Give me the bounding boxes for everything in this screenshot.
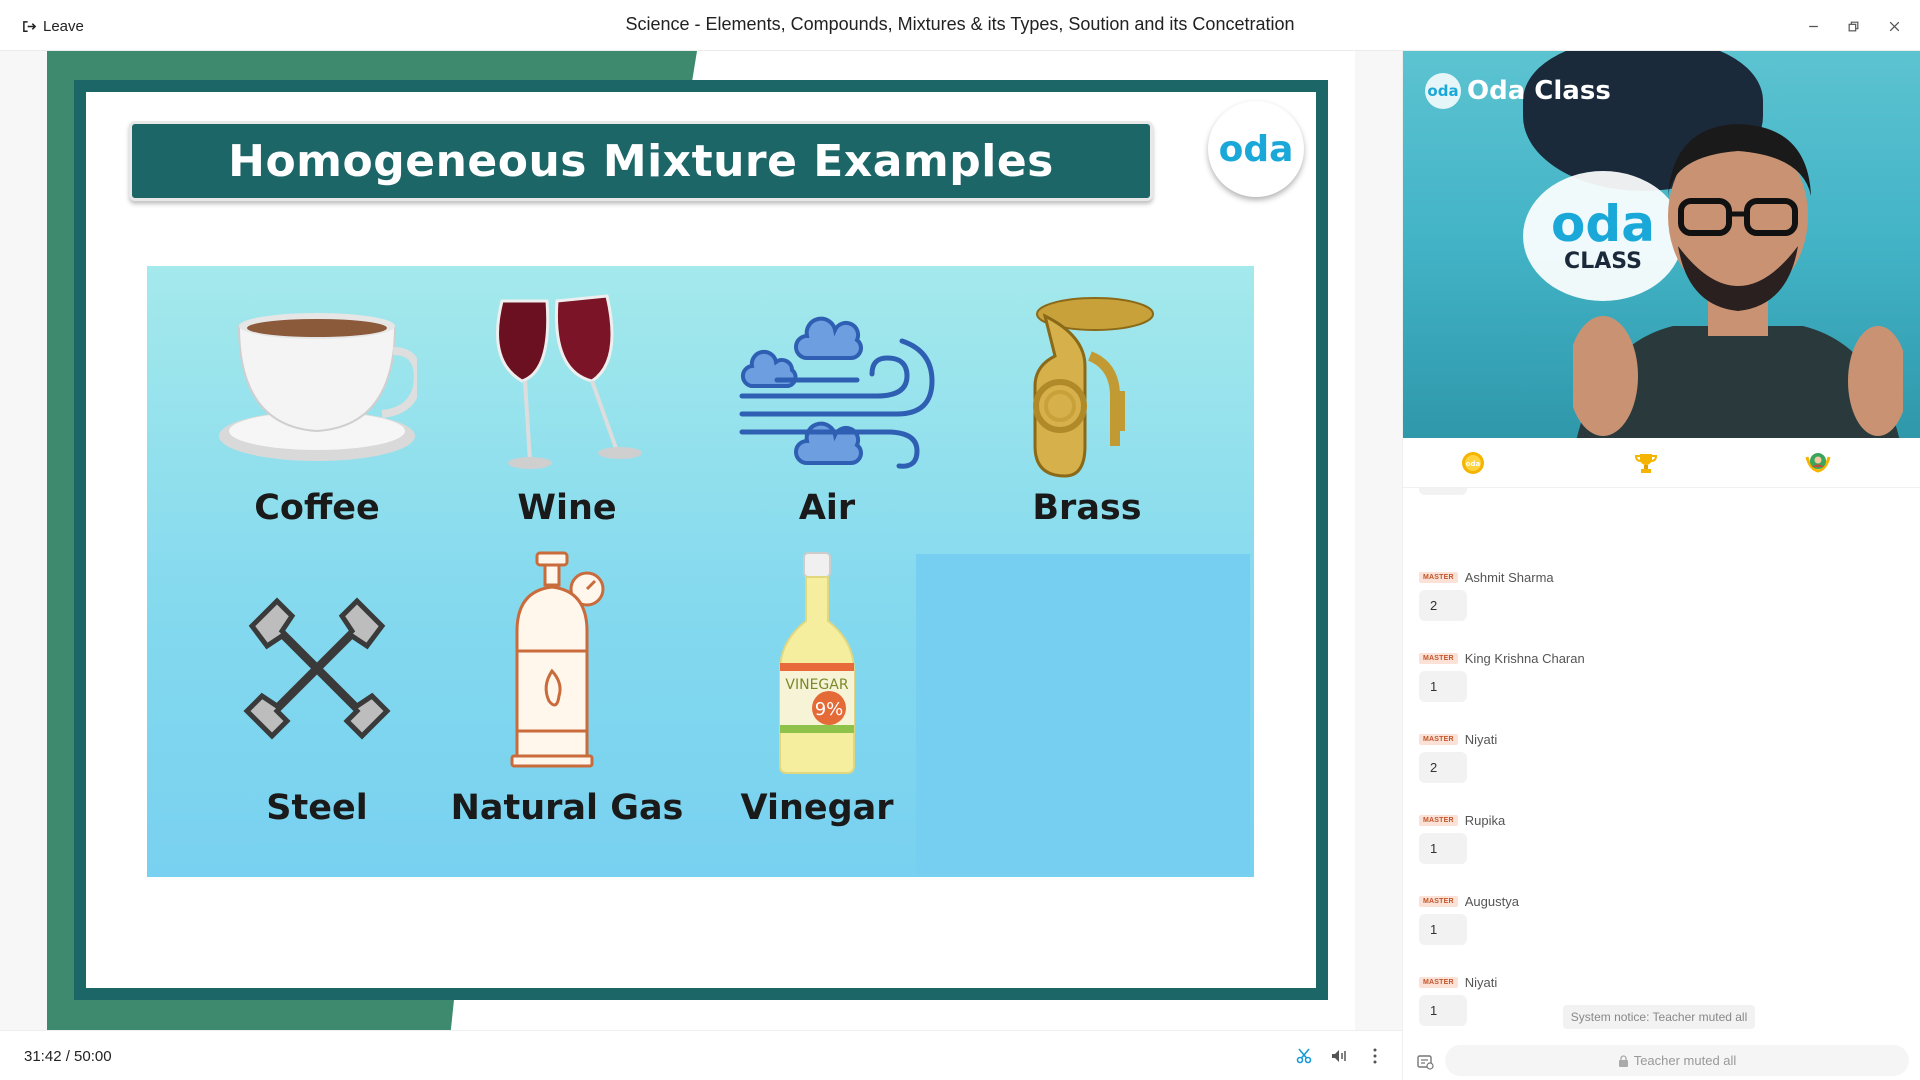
answer-entry: MASTER King Krishna Charan 1 bbox=[1419, 651, 1899, 723]
speaker-icon bbox=[1332, 1050, 1346, 1062]
master-badge: MASTER bbox=[1419, 815, 1458, 826]
tab-leaderboard[interactable] bbox=[1631, 448, 1661, 478]
oda-coin-icon: oda bbox=[1462, 452, 1484, 474]
master-badge: MASTER bbox=[1419, 653, 1458, 664]
item-label-air: Air bbox=[798, 488, 856, 528]
title-bar: Leave Science - Elements, Compounds, Mix… bbox=[0, 0, 1920, 51]
vinegar-bottle-icon: VINEGAR 9% bbox=[779, 552, 855, 774]
presenter-figure bbox=[1573, 124, 1903, 438]
student-name: Niyati bbox=[1464, 975, 1498, 990]
lock-icon bbox=[1618, 1054, 1628, 1067]
master-badge: MASTER bbox=[1419, 734, 1458, 745]
chat-input-placeholder: Teacher muted all bbox=[1633, 1053, 1737, 1068]
student-name: King Krishna Charan bbox=[1464, 651, 1585, 666]
previous-answer-stub bbox=[1419, 488, 1467, 495]
presentation-stage: Homogeneous Mixture Examples oda Coffee bbox=[0, 51, 1402, 1030]
chat-bar: Teacher muted all bbox=[1403, 1040, 1920, 1080]
class-timer: 31:42 / 50:00 bbox=[24, 1048, 112, 1065]
wind-clouds-icon bbox=[739, 316, 935, 469]
answer-value: 1 bbox=[1419, 833, 1467, 864]
restore-button[interactable] bbox=[1840, 13, 1866, 39]
master-badge: MASTER bbox=[1419, 896, 1458, 907]
master-badge: MASTER bbox=[1419, 572, 1458, 583]
slide-title: Homogeneous Mixture Examples bbox=[228, 135, 1054, 187]
panel-blank-area bbox=[916, 554, 1250, 874]
right-sidebar: oda Oda Class oda CLASS oda MASTER Ashmi… bbox=[1402, 51, 1920, 1080]
video-brand-circle: oda bbox=[1425, 73, 1461, 109]
item-label-vinegar: Vinegar bbox=[740, 788, 894, 828]
volume-button[interactable] bbox=[1328, 1045, 1350, 1067]
scissors-button[interactable] bbox=[1293, 1045, 1315, 1067]
teacher-video: oda Oda Class oda CLASS bbox=[1403, 51, 1920, 438]
tab-achievements[interactable] bbox=[1803, 448, 1833, 478]
bottom-bar: 31:42 / 50:00 bbox=[0, 1030, 1402, 1080]
chat-settings-icon bbox=[1417, 1055, 1434, 1070]
tuba-icon bbox=[1033, 297, 1154, 478]
item-label-coffee: Coffee bbox=[254, 488, 380, 528]
crossed-wrenches-icon bbox=[243, 597, 391, 740]
answers-list: MASTER Ashmit Sharma 2 MASTER King Krishna… bbox=[1403, 488, 1920, 1028]
student-name: Ashmit Sharma bbox=[1464, 570, 1554, 585]
svg-text:oda: oda bbox=[1466, 460, 1481, 468]
close-button[interactable] bbox=[1881, 13, 1907, 39]
coffee-cup-icon bbox=[219, 313, 417, 461]
wine-glasses-icon bbox=[496, 294, 642, 469]
more-options-button[interactable] bbox=[1364, 1045, 1386, 1067]
oda-logo: oda bbox=[1208, 101, 1304, 197]
student-name: Niyati bbox=[1464, 732, 1498, 747]
student-name: Rupika bbox=[1464, 813, 1506, 828]
award-badge-icon bbox=[1805, 453, 1831, 473]
answer-entry: MASTER Rupika 1 bbox=[1419, 813, 1899, 885]
student-name: Augustya bbox=[1464, 894, 1519, 909]
answer-value: 2 bbox=[1419, 752, 1467, 783]
more-vertical-icon bbox=[1373, 1048, 1377, 1064]
answer-value: 2 bbox=[1419, 590, 1467, 621]
system-notice: System notice: Teacher muted all bbox=[1563, 1005, 1755, 1029]
examples-panel: Coffee Wine Air Brass Steel Natural Gas … bbox=[147, 266, 1254, 877]
item-label-brass: Brass bbox=[1032, 488, 1142, 528]
item-label-wine: Wine bbox=[517, 488, 617, 528]
chat-settings-button[interactable] bbox=[1414, 1051, 1436, 1073]
window-title: Science - Elements, Compounds, Mixtures … bbox=[625, 14, 1295, 34]
minimize-icon bbox=[1808, 25, 1818, 27]
slide-title-box: Homogeneous Mixture Examples bbox=[129, 121, 1153, 201]
vinegar-label-text: VINEGAR bbox=[785, 677, 848, 693]
answer-entry: MASTER Niyati 2 bbox=[1419, 732, 1899, 804]
trophy-icon bbox=[1634, 454, 1658, 473]
sidebar-tabs: oda bbox=[1403, 438, 1920, 488]
close-icon bbox=[1889, 21, 1899, 31]
scissors-icon bbox=[1296, 1048, 1312, 1064]
slide: Homogeneous Mixture Examples oda Coffee bbox=[47, 51, 1355, 1030]
minimize-button[interactable] bbox=[1800, 13, 1826, 39]
answer-entry: MASTER Augustya 1 bbox=[1419, 894, 1899, 966]
vinegar-percent-text: 9% bbox=[815, 699, 844, 720]
answer-entry: MASTER Ashmit Sharma 2 bbox=[1419, 570, 1899, 642]
item-label-natural-gas: Natural Gas bbox=[450, 788, 684, 828]
restore-icon bbox=[1848, 21, 1858, 31]
answer-value: 1 bbox=[1419, 914, 1467, 945]
gas-cylinder-icon bbox=[510, 551, 605, 768]
item-label-steel: Steel bbox=[266, 788, 368, 828]
tab-coins[interactable]: oda bbox=[1458, 448, 1488, 478]
master-badge: MASTER bbox=[1419, 977, 1458, 988]
answer-value: 1 bbox=[1419, 995, 1467, 1026]
oda-logo-text: oda bbox=[1218, 128, 1294, 170]
slide-decor-band bbox=[47, 51, 77, 1030]
chat-input[interactable]: Teacher muted all bbox=[1445, 1045, 1909, 1076]
answer-value: 1 bbox=[1419, 671, 1467, 702]
